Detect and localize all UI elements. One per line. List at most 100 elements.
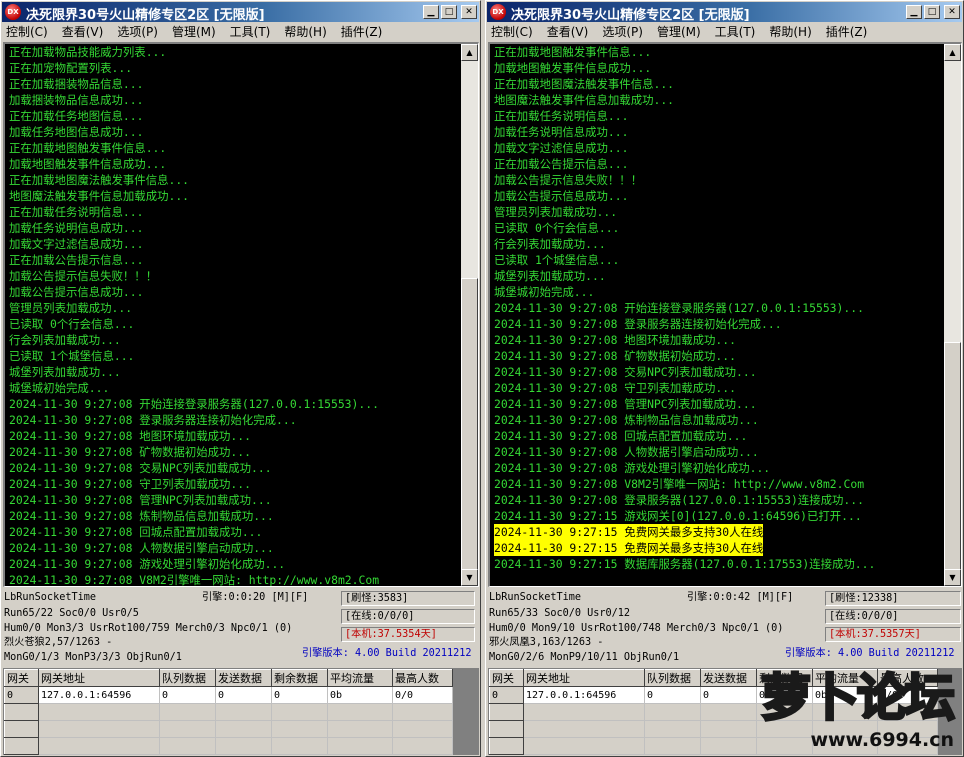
col-avg-traffic[interactable]: 平均流量 (812, 669, 878, 687)
menu-tools[interactable]: 工具(T) (230, 23, 271, 40)
log-line: 2024-11-30 9:27:08 游戏处理引擎初始化成功... (494, 460, 943, 476)
table-cell (327, 737, 393, 755)
log-line: 正在加载地图魔法触发事件信息... (494, 76, 943, 92)
row-header (4, 703, 39, 721)
log-line-text: 2024-11-30 9:27:08 矿物数据初始成功... (494, 349, 736, 363)
table-row[interactable]: 0 127.0.0.1:64596 0 0 0 0b 0/0 (4, 686, 453, 704)
log-line: 正在加载物品技能威力列表... (9, 44, 460, 60)
log-line-text: 已读取 0个行会信息... (9, 317, 135, 331)
log-line-text: 2024-11-30 9:27:08 矿物数据初始成功... (9, 445, 251, 459)
menu-help[interactable]: 帮助(H) (769, 23, 811, 40)
log-lines: 正在加载地图触发事件信息... 加载地图触发事件信息成功... 正在加载地图魔法触发… (494, 44, 943, 586)
table-row[interactable]: 0 127.0.0.1:64596 0 0 0 0b 0/0 (489, 686, 938, 704)
scroll-thumb[interactable] (461, 278, 478, 570)
col-gateway[interactable]: 网关 (4, 669, 39, 687)
menu-plugins[interactable]: 插件(Z) (826, 23, 868, 40)
table-cell (159, 720, 216, 738)
menu-plugins[interactable]: 插件(Z) (341, 23, 383, 40)
col-max-users[interactable]: 最高人数 (392, 669, 453, 687)
col-max-users[interactable]: 最高人数 (877, 669, 938, 687)
close-icon[interactable]: ✕ (461, 5, 477, 19)
gateway-table[interactable]: 网关 网关地址 队列数据 发送数据 剩余数据 平均流量 最高人数 0 127.0… (3, 668, 479, 755)
log-line: 地图魔法触发事件信息加载成功... (9, 188, 460, 204)
cell-queue: 0 (159, 686, 216, 704)
log-line-text: 正在加载任务说明信息... (9, 205, 144, 219)
log-line: 2024-11-30 9:27:08 炼制物品信息加载成功... (9, 508, 460, 524)
menu-options[interactable]: 选项(P) (117, 23, 158, 40)
table-cell (523, 720, 645, 738)
log-line-text: 加载任务说明信息成功... (494, 125, 629, 139)
log-line-text: 2024-11-30 9:27:08 交易NPC列表加载成功... (9, 461, 272, 475)
table-row-empty (489, 703, 938, 721)
table-row-empty (489, 720, 938, 738)
log-console[interactable]: 正在加载物品技能威力列表... 正在加宠物配置列表... 正在加载捆装物品信息...… (3, 42, 479, 587)
row-header (489, 703, 524, 721)
log-line: 管理员列表加载成功... (494, 204, 943, 220)
log-line: 2024-11-30 9:27:08 V8M2引擎唯一网站: http://ww… (9, 572, 460, 586)
cell-remaining: 0 (271, 686, 328, 704)
log-line: 2024-11-30 9:27:08 游戏处理引擎初始化成功... (9, 556, 460, 572)
log-line-text: 加载公告提示信息成功... (9, 285, 144, 299)
title-bar[interactable]: DX 决死限界30号火山精修专区2区 [无限版] ▁ □ ✕ (487, 2, 962, 23)
maximize-icon[interactable]: □ (441, 5, 457, 19)
vertical-scrollbar[interactable]: ▲ ▼ (944, 44, 961, 586)
table-cell (812, 720, 878, 738)
log-line-text: 行会列表加载成功... (494, 237, 606, 251)
log-line-text: 加载地图触发事件信息成功... (9, 157, 167, 171)
scroll-up-icon[interactable]: ▲ (461, 44, 478, 61)
minimize-icon[interactable]: ▁ (906, 5, 922, 19)
cell-queue: 0 (644, 686, 701, 704)
menu-manage[interactable]: 管理(M) (657, 23, 701, 40)
col-queue[interactable]: 队列数据 (159, 669, 216, 687)
col-queue[interactable]: 队列数据 (644, 669, 701, 687)
log-line: 2024-11-30 9:27:15 数据库服务器(127.0.0.1:1755… (494, 556, 943, 572)
menu-manage[interactable]: 管理(M) (172, 23, 216, 40)
log-line-text: 城堡城初始完成... (494, 285, 595, 299)
col-remaining[interactable]: 剩余数据 (756, 669, 813, 687)
menu-control[interactable]: 控制(C) (491, 23, 533, 40)
col-address[interactable]: 网关地址 (38, 669, 160, 687)
table-cell (644, 737, 701, 755)
title-bar[interactable]: DX 决死限界30号火山精修专区2区 [无限版] ▁ □ ✕ (2, 2, 479, 23)
scroll-up-icon[interactable]: ▲ (944, 44, 961, 61)
col-avg-traffic[interactable]: 平均流量 (327, 669, 393, 687)
col-sent[interactable]: 发送数据 (215, 669, 272, 687)
log-line: 2024-11-30 9:27:08 地图环境加载成功... (9, 428, 460, 444)
server-window-left: DX 决死限界30号火山精修专区2区 [无限版] ▁ □ ✕ 控制(C) 查看(… (0, 0, 481, 757)
log-line: 加载任务说明信息成功... (9, 220, 460, 236)
menu-tools[interactable]: 工具(T) (715, 23, 756, 40)
col-sent[interactable]: 发送数据 (700, 669, 757, 687)
menu-view[interactable]: 查看(V) (547, 23, 589, 40)
menu-help[interactable]: 帮助(H) (284, 23, 326, 40)
window-title: 决死限界30号火山精修专区2区 [无限版] (26, 8, 265, 23)
menu-control[interactable]: 控制(C) (6, 23, 48, 40)
status-hum: Hum0/0 Mon3/3 UsrRot100/759 Merch0/3 Npc… (4, 623, 293, 634)
log-console[interactable]: 正在加载地图触发事件信息... 加载地图触发事件信息成功... 正在加载地图魔法触发… (488, 42, 962, 587)
log-line: 行会列表加载成功... (494, 236, 943, 252)
table-cell (812, 737, 878, 755)
menu-options[interactable]: 选项(P) (602, 23, 643, 40)
scroll-thumb[interactable] (944, 342, 961, 570)
status-online: [在线:0/0/0] (341, 609, 475, 624)
log-line-text: 已读取 1个城堡信息... (494, 253, 620, 267)
minimize-icon[interactable]: ▁ (423, 5, 439, 19)
log-line-text: 正在加宠物配置列表... (9, 61, 133, 75)
status-run: Run65/33 Soc0/0 Usr0/12 (489, 608, 631, 619)
log-line: 2024-11-30 9:27:08 人物数据引擎启动成功... (494, 444, 943, 460)
scroll-down-icon[interactable]: ▼ (461, 569, 478, 586)
vertical-scrollbar[interactable]: ▲ ▼ (461, 44, 478, 586)
col-remaining[interactable]: 剩余数据 (271, 669, 328, 687)
menu-view[interactable]: 查看(V) (62, 23, 104, 40)
maximize-icon[interactable]: □ (924, 5, 940, 19)
close-icon[interactable]: ✕ (944, 5, 960, 19)
gateway-table[interactable]: 网关 网关地址 队列数据 发送数据 剩余数据 平均流量 最高人数 0 127.0… (488, 668, 962, 755)
log-line-text: 正在加载公告提示信息... (9, 253, 144, 267)
engine-version: 引擎版本: 4.00 Build 20211212 (785, 648, 955, 659)
table-cell (700, 737, 757, 755)
status-local: [本机:37.5354天] (341, 627, 475, 642)
scroll-down-icon[interactable]: ▼ (944, 569, 961, 586)
menu-bar: 控制(C) 查看(V) 选项(P) 管理(M) 工具(T) 帮助(H) 插件(Z… (2, 22, 479, 41)
col-gateway[interactable]: 网关 (489, 669, 524, 687)
col-address[interactable]: 网关地址 (523, 669, 645, 687)
status-online: [在线:0/0/0] (825, 609, 961, 624)
